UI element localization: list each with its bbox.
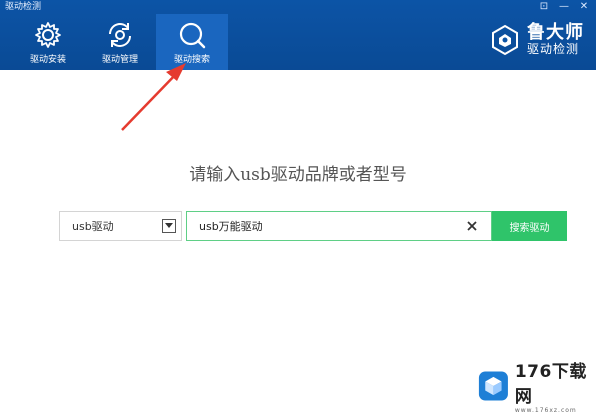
brand-logo-icon — [492, 24, 518, 56]
search-input[interactable]: usb万能驱动 — [186, 211, 492, 241]
tab-driver-manage[interactable]: 驱动管理 — [84, 14, 156, 70]
tab-label: 驱动搜索 — [173, 55, 210, 65]
refresh-gear-icon — [109, 23, 131, 47]
tab-driver-search[interactable]: 驱动搜索 — [156, 14, 228, 70]
watermark-name: 176下载网 — [514, 362, 587, 407]
tab-label: 驱动安装 — [29, 55, 66, 65]
brand: 鲁大师 驱动检测 — [489, 22, 584, 57]
minimize-button[interactable]: — — [558, 1, 570, 13]
watermark: 176下载网 www.176xz.com — [478, 357, 596, 414]
chevron-down-icon[interactable] — [162, 219, 176, 233]
cube-logo-icon — [478, 370, 508, 401]
tab-label: 驱动管理 — [101, 55, 138, 65]
gear-icon — [35, 22, 61, 48]
window-title: 驱动检测 — [5, 2, 42, 12]
search-query: usb万能驱动 — [199, 220, 263, 233]
search-prompt: 请输入usb驱动品牌或者型号 — [189, 165, 407, 185]
restore-button[interactable]: ⊡ — [538, 1, 550, 13]
header-bar: 驱动检测 ⊡ — ✕ 驱动安装 驱动管理 驱动搜索 鲁大师 驱动检测 — [0, 0, 596, 70]
search-row: usb驱动 usb万能驱动 搜索驱动 — [59, 211, 567, 241]
brand-name: 鲁大师 — [527, 22, 584, 44]
tab-driver-install[interactable]: 驱动安装 — [12, 14, 84, 70]
nav-bar: 驱动安装 驱动管理 驱动搜索 — [12, 14, 228, 70]
close-button[interactable]: ✕ — [578, 1, 590, 13]
watermark-url: www.176xz.com — [514, 407, 577, 414]
brand-subtitle: 驱动检测 — [527, 42, 580, 57]
search-button[interactable]: 搜索驱动 — [492, 211, 567, 241]
category-value: usb驱动 — [72, 220, 114, 233]
category-select[interactable]: usb驱动 — [59, 211, 182, 241]
clear-icon[interactable] — [465, 219, 479, 233]
search-icon — [179, 22, 206, 49]
window-controls: ⊡ — ✕ — [538, 1, 590, 13]
